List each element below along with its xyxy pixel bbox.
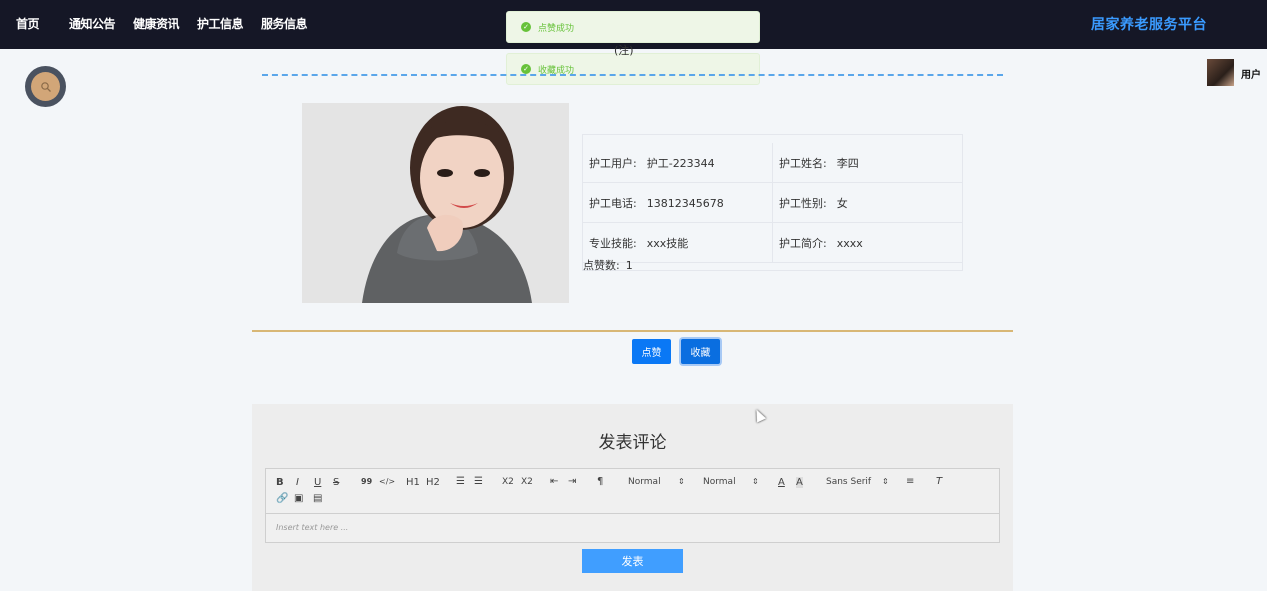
field-label: 护工性别: [779, 197, 827, 210]
background-color-icon[interactable]: A [796, 477, 803, 488]
bold-button[interactable]: B [276, 477, 284, 488]
blockquote-button[interactable]: 99 [361, 477, 372, 486]
info-cell: 护工用户: 护工-223344 [583, 143, 773, 183]
header2-button[interactable]: H2 [426, 477, 440, 488]
field-value: 女 [836, 197, 848, 210]
field-label: 专业技能: [589, 237, 637, 250]
superscript-button[interactable]: X2 [521, 477, 533, 487]
title-divider [262, 74, 1003, 76]
nav-home[interactable]: 首页 [16, 15, 40, 32]
comment-panel: 发表评论 B I U S 99 </> H1 H2 ☰ ☰ X2 X2 ⇤ ⇥ … [252, 404, 1013, 591]
toast-text: 点赞成功 [538, 23, 575, 34]
likes-label: 点赞数: [583, 259, 620, 272]
field-label: 护工电话: [589, 197, 637, 210]
likes-count: 点赞数: 1 [583, 257, 633, 273]
code-block-button[interactable]: </> [379, 477, 395, 486]
field-label: 护工简介: [779, 237, 827, 250]
font-select[interactable]: Sans Serif [826, 477, 871, 487]
info-row: 专业技能: xxx技能 护工简介: xxxx [583, 223, 962, 263]
text-direction-icon[interactable]: ¶ [597, 476, 603, 487]
field-value: 李四 [836, 157, 859, 170]
header-select-arrow-icon: ⇕ [752, 477, 759, 486]
info-cell: 护工电话: 13812345678 [583, 183, 773, 223]
header-select[interactable]: Normal [703, 477, 736, 487]
nav-health-news[interactable]: 健康资讯 [133, 15, 180, 32]
rich-text-editor: B I U S 99 </> H1 H2 ☰ ☰ X2 X2 ⇤ ⇥ ¶ Nor… [265, 468, 1000, 543]
site-brand: 居家养老服务平台 [1091, 17, 1207, 33]
caregiver-photo [302, 103, 569, 303]
italic-button[interactable]: I [296, 477, 299, 488]
check-circle-icon: ✓ [521, 22, 531, 32]
likes-value: 1 [625, 259, 633, 272]
info-cell: 护工性别: 女 [773, 183, 962, 223]
outdent-icon[interactable]: ⇤ [550, 476, 558, 487]
clean-format-icon[interactable]: T [936, 476, 942, 487]
info-cell: 护工简介: xxxx [773, 223, 962, 263]
user-label[interactable]: 用户 [1241, 66, 1261, 81]
underline-button[interactable]: U [314, 477, 321, 488]
image-icon[interactable]: ▣ [294, 493, 303, 504]
editor-input[interactable]: Insert text here ... [276, 523, 348, 532]
subscript-button[interactable]: X2 [502, 477, 514, 487]
link-icon[interactable]: 🔗 [276, 493, 288, 504]
strike-button[interactable]: S [333, 477, 339, 488]
search-icon [31, 72, 60, 101]
align-icon[interactable]: ≡ [906, 476, 914, 487]
field-value: 13812345678 [646, 196, 724, 210]
like-button[interactable]: 点赞 [632, 339, 671, 364]
field-label: 护工姓名: [779, 157, 827, 170]
header1-button[interactable]: H1 [406, 477, 420, 488]
field-value: 护工-223344 [646, 157, 715, 170]
info-row: 护工用户: 护工-223344 护工姓名: 李四 [583, 143, 962, 183]
field-label: 护工用户: [589, 157, 637, 170]
toast-like-success: ✓ 点赞成功 [506, 11, 760, 43]
nav-notices[interactable]: 通知公告 [69, 15, 116, 32]
video-icon[interactable]: ▤ [313, 493, 322, 504]
field-value: xxx技能 [646, 237, 689, 250]
nav-caregivers[interactable]: 护工信息 [197, 15, 244, 32]
comment-title: 发表评论 [598, 433, 667, 453]
nav-services[interactable]: 服务信息 [261, 15, 308, 32]
field-value: xxxx [836, 236, 863, 250]
check-circle-icon: ✓ [521, 64, 531, 74]
info-cell: 护工姓名: 李四 [773, 143, 962, 183]
text-color-icon[interactable]: A [778, 477, 785, 488]
ordered-list-icon[interactable]: ☰ [456, 476, 465, 487]
size-select-arrow-icon: ⇕ [678, 477, 685, 486]
indent-icon[interactable]: ⇥ [568, 476, 576, 487]
size-select[interactable]: Normal [628, 477, 661, 487]
font-select-arrow-icon: ⇕ [882, 477, 889, 486]
search-button[interactable] [25, 66, 66, 107]
user-avatar[interactable] [1207, 59, 1234, 86]
caregiver-info-table: 护工用户: 护工-223344 护工姓名: 李四 护工电话: 13812345678 … [582, 134, 963, 271]
favorite-button[interactable]: 收藏 [681, 339, 720, 364]
page-title: (注) [614, 44, 634, 57]
editor-toolbar: B I U S 99 </> H1 H2 ☰ ☰ X2 X2 ⇤ ⇥ ¶ Nor… [266, 469, 999, 514]
bullet-list-icon[interactable]: ☰ [474, 476, 483, 487]
section-divider [252, 330, 1013, 332]
info-row: 护工电话: 13812345678 护工性别: 女 [583, 183, 962, 223]
submit-comment-button[interactable]: 发表 [582, 549, 683, 573]
